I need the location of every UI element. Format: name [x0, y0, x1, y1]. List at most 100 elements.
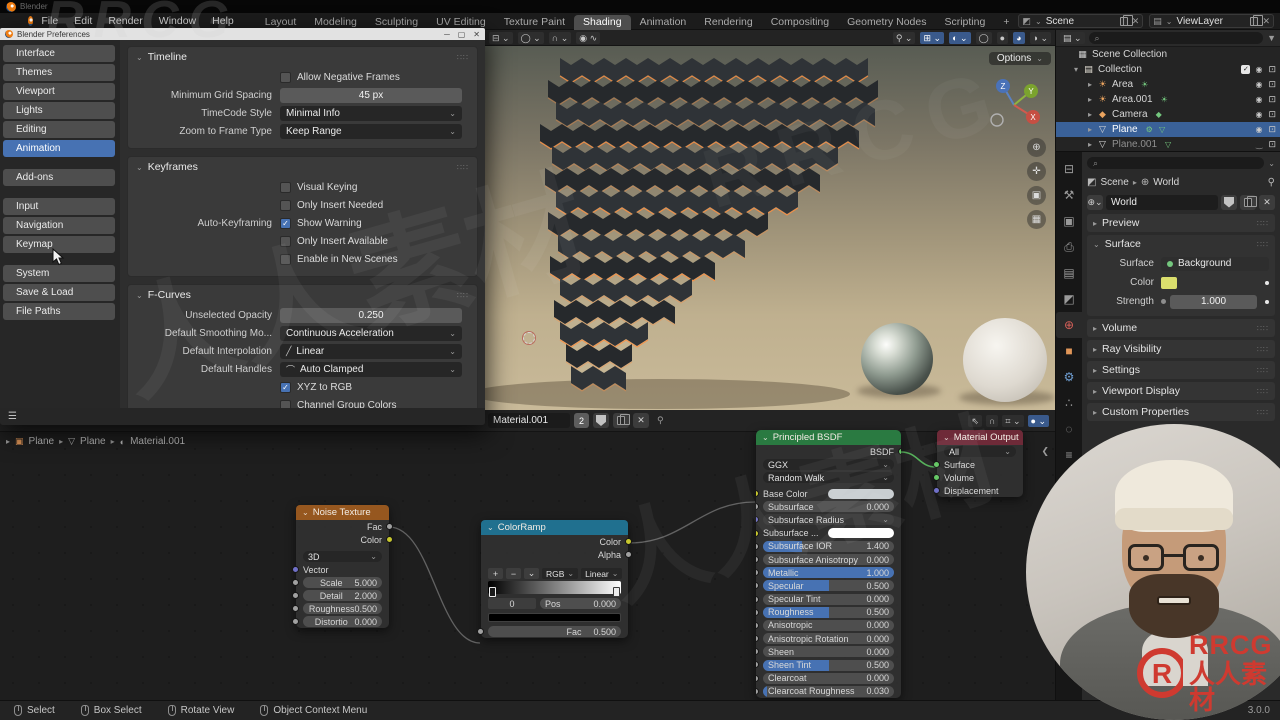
value-slider[interactable]: Anisotropic Rotation 0.000 — [763, 633, 894, 645]
channel-group-colors-checkbox[interactable] — [280, 399, 291, 408]
stop-index-field[interactable]: 0 — [488, 598, 536, 609]
outliner-row[interactable]: ▸ Area.001 ☀ ✓ — [1056, 92, 1280, 107]
fac-slider[interactable]: Fac 0.500 — [488, 626, 621, 637]
collapsed-panel[interactable]: ▸ Volume ∷∷ — [1087, 319, 1275, 337]
animate-dot[interactable] — [1265, 280, 1269, 285]
hamburger-menu-icon[interactable]: ☰ — [8, 411, 17, 422]
world-name-field[interactable]: World — [1106, 194, 1218, 210]
vector-dropdown[interactable]: Subsurface Radius ⌄ — [763, 514, 894, 526]
value-slider[interactable]: Roughness 0.500 — [303, 603, 382, 614]
outliner-row[interactable]: ▸ Plane.001 ▽ ✓ — [1056, 137, 1280, 152]
node-header[interactable]: ⌄ Noise Texture — [296, 505, 389, 520]
zoom-to-frame-dropdown[interactable]: Keep Range ⌄ — [280, 123, 462, 139]
input-socket[interactable] — [756, 661, 759, 669]
node-header[interactable]: ⌄ ColorRamp — [481, 520, 628, 535]
node-header[interactable]: ⌄ Material Output — [937, 430, 1023, 445]
collapse-icon[interactable]: ⌄ — [762, 433, 769, 442]
move-view-icon[interactable]: ✛ — [1027, 162, 1046, 181]
panel-surface-header[interactable]: ⌄ Surface ∷∷ — [1087, 235, 1275, 253]
section-header[interactable]: ⌄ Keyframes ∷∷ — [128, 157, 477, 177]
tab-tool[interactable]: ⚒ — [1056, 182, 1082, 208]
disclosure-triangle-icon[interactable]: ▸ — [1084, 125, 1096, 134]
value-slider[interactable]: Clearcoat 0.000 — [763, 672, 894, 684]
allow-negative-frames-checkbox[interactable] — [280, 71, 291, 83]
sidebar-item[interactable]: Viewport — [3, 83, 115, 100]
workspace-tab[interactable]: Geometry Nodes — [838, 15, 935, 30]
close-button[interactable]: ✕ — [473, 30, 480, 39]
eye-icon[interactable] — [1255, 109, 1268, 120]
gradient-bar[interactable] — [488, 581, 621, 597]
interpolation-dropdown[interactable]: Linear ⌄ — [581, 568, 623, 579]
strength-slider[interactable]: 1.000 — [1170, 294, 1257, 309]
editor-type-button[interactable]: ▤ ⌄ — [1060, 32, 1085, 44]
default-handles-dropdown[interactable]: ⌒ Auto Clamped ⌄ — [280, 361, 462, 377]
value-slider[interactable]: Anisotropic 0.000 — [763, 619, 894, 631]
disclosure-triangle-icon[interactable]: ▸ — [1084, 95, 1096, 104]
distribution-dropdown[interactable]: GGX ⌄ — [763, 459, 894, 470]
pin-icon[interactable]: ⚲ — [657, 415, 664, 426]
sidebar-item[interactable]: Navigation — [3, 217, 115, 234]
sidebar-item[interactable]: Animation — [3, 140, 115, 157]
mode-selector[interactable]: ◯ ⌄ — [517, 31, 544, 44]
workspace-tab[interactable]: + — [994, 15, 1018, 30]
sidebar-item[interactable]: Add-ons — [3, 169, 115, 186]
close-icon[interactable]: ✕ — [1262, 16, 1270, 27]
ramp-handle-left[interactable] — [489, 587, 496, 597]
color-mode-dropdown[interactable]: RGB ⌄ — [542, 568, 579, 579]
crumb-material[interactable]: Material.001 — [130, 436, 185, 447]
collapse-icon[interactable]: ⌄ — [302, 508, 309, 517]
disclosure-triangle-icon[interactable]: ▾ — [1070, 65, 1082, 74]
navigation-gizmo[interactable]: Z Y X — [985, 74, 1043, 132]
add-stop-button[interactable]: + — [488, 568, 503, 579]
node-principled-bsdf[interactable]: ⌄ Principled BSDF BSDF GGX ⌄ Random Walk ⌄… — [756, 430, 901, 698]
output-socket[interactable] — [625, 551, 632, 558]
visual-keying-checkbox[interactable] — [280, 181, 291, 193]
camera-visibility-icon[interactable] — [1268, 139, 1276, 150]
camera-visibility-icon[interactable] — [1268, 109, 1276, 120]
position-slider[interactable]: Pos 0.000 — [540, 598, 621, 609]
tab-view-layer[interactable]: ▤ — [1056, 260, 1082, 286]
collapsed-panel[interactable]: ▸ Ray Visibility ∷∷ — [1087, 340, 1275, 358]
eye-icon[interactable] — [1256, 139, 1268, 150]
menu-item[interactable]: File — [33, 13, 66, 29]
surface-shader-button[interactable]: Background — [1161, 256, 1269, 271]
value-slider[interactable]: Sheen Tint 0.500 — [763, 659, 894, 671]
node-material-output[interactable]: ⌄ Material Output All ⌄ Surface Volume D… — [933, 430, 1023, 497]
ortho-toggle-icon[interactable]: ▦ — [1027, 210, 1046, 229]
input-socket[interactable] — [933, 461, 940, 468]
value-slider[interactable]: Specular Tint 0.000 — [763, 593, 894, 605]
input-socket[interactable] — [292, 618, 299, 625]
outliner-search-input[interactable]: ⌕ — [1088, 32, 1264, 44]
color-swatch[interactable] — [828, 528, 894, 539]
input-socket[interactable] — [756, 542, 759, 550]
panel-preview[interactable]: ▸ Preview ∷∷ — [1087, 214, 1275, 232]
target-dropdown[interactable]: All ⌄ — [944, 446, 1016, 457]
collapsed-panel[interactable]: ▸ Custom Properties ∷∷ — [1087, 403, 1275, 421]
node-noise-texture[interactable]: ⌄ Noise Texture Fac Color 3D ⌄ Vector Sc… — [292, 505, 393, 628]
shader-editor[interactable]: Material.001 2 ✕ ⚲ ⇖ ∩ ⌗ ⌄ ● ⌄ ▸ ▣ Plane… — [0, 410, 1055, 700]
input-socket[interactable] — [292, 605, 299, 612]
ramp-options-button[interactable]: ⌄ — [524, 568, 539, 579]
shading-material-button[interactable]: ◕ — [1013, 31, 1025, 44]
sidebar-item[interactable]: Editing — [3, 121, 115, 138]
viewport-3d[interactable]: Options ⌄ Z Y X ⊕ ✛ ▣ ▦ — [485, 46, 1055, 410]
default-interpolation-dropdown[interactable]: ╱ Linear ⌄ — [280, 343, 462, 359]
node-header[interactable]: ⌄ Principled BSDF — [756, 430, 901, 445]
input-socket[interactable] — [756, 687, 759, 695]
camera-visibility-icon[interactable] — [1268, 124, 1276, 135]
remove-stop-button[interactable]: − — [506, 568, 521, 579]
input-socket[interactable] — [933, 487, 940, 494]
disclosure-triangle-icon[interactable]: ▸ — [1084, 80, 1096, 89]
tab-scene[interactable]: ◩ — [1056, 286, 1082, 312]
sidebar-item[interactable]: Interface — [3, 45, 115, 62]
menu-item[interactable]: Window — [151, 13, 204, 29]
input-socket[interactable] — [756, 621, 759, 629]
value-slider[interactable]: Roughness 0.500 — [763, 606, 894, 618]
output-socket[interactable] — [386, 536, 393, 543]
options-button[interactable]: Options ⌄ — [988, 52, 1051, 65]
default-smoothing-dropdown[interactable]: Continuous Acceleration ⌄ — [280, 325, 462, 341]
fake-user-shield-button[interactable] — [1221, 194, 1237, 210]
input-socket[interactable] — [756, 529, 759, 537]
outliner-row[interactable]: ▸ Area ☀ ✓ — [1056, 77, 1280, 92]
input-socket[interactable] — [756, 555, 759, 563]
